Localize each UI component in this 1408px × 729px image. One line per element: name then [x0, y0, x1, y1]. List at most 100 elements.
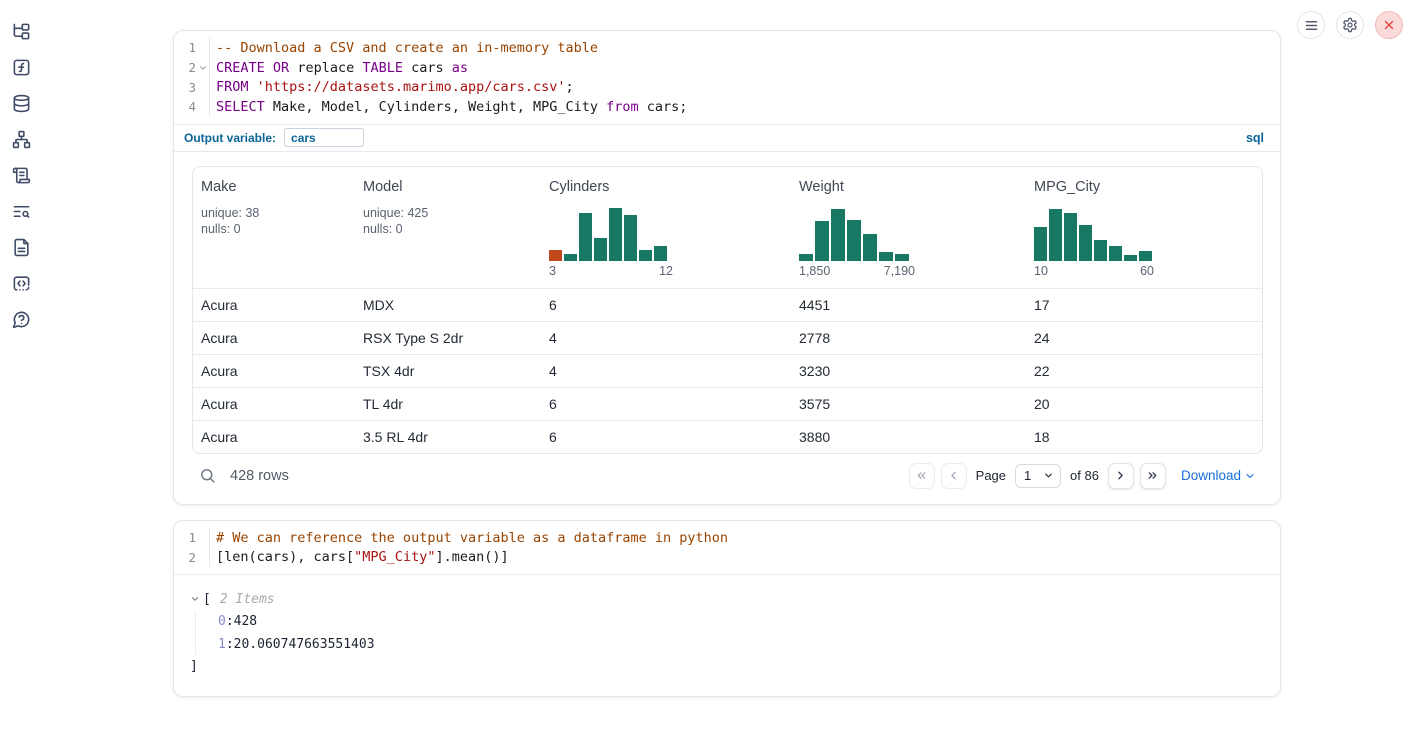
hamburger-menu-icon[interactable] — [1297, 11, 1325, 39]
file-tree-icon[interactable] — [12, 21, 32, 41]
line-number: 2 — [174, 60, 196, 75]
code-text: SELECT Make, Model, Cylinders, Weight, M… — [210, 99, 687, 115]
prev-page-button[interactable] — [941, 463, 967, 489]
log-search-icon[interactable] — [12, 201, 32, 221]
code-line: 4SELECT Make, Model, Cylinders, Weight, … — [174, 97, 1280, 117]
code-editor-sql[interactable]: 1-- Download a CSV and create an in-memo… — [174, 31, 1280, 124]
next-page-button[interactable] — [1108, 463, 1134, 489]
table-cell: Acura — [193, 330, 355, 346]
table-cell: 4 — [541, 363, 791, 379]
snippets-icon[interactable] — [12, 273, 32, 293]
first-page-button[interactable] — [909, 463, 935, 489]
tree-entry-separator: : — [226, 614, 234, 629]
code-text: CREATE OR replace TABLE cars as — [210, 60, 468, 76]
histogram-bar — [1094, 240, 1107, 261]
database-icon[interactable] — [12, 93, 32, 113]
table-cell: 18 — [1026, 429, 1262, 445]
column-unique-stat: unique: 38 — [201, 205, 347, 222]
page-select-value: 1 — [1024, 468, 1031, 483]
document-icon[interactable] — [12, 237, 32, 257]
table-row[interactable]: AcuraTL 4dr6357520 — [193, 387, 1262, 420]
column-name: Model — [363, 179, 533, 195]
code-line: 2 CREATE OR replace TABLE cars as — [174, 58, 1280, 78]
help-icon[interactable] — [12, 309, 32, 329]
histogram-bar — [579, 213, 592, 261]
output-variable-input[interactable] — [284, 128, 364, 147]
table-cell: 20 — [1026, 396, 1262, 412]
notebook-controls — [1297, 11, 1403, 39]
download-label: Download — [1181, 468, 1241, 483]
search-icon[interactable] — [199, 467, 216, 484]
axis-min-label: 3 — [549, 264, 556, 278]
tree-entry: 0: 428 — [196, 611, 1264, 633]
histogram-bar — [564, 254, 577, 261]
data-table: Makeunique: 38nulls: 0Modelunique: 425nu… — [192, 166, 1263, 454]
tree-collapse-chevron-icon[interactable] — [190, 594, 200, 604]
chevron-down-icon — [1043, 470, 1054, 481]
table-cell: Acura — [193, 429, 355, 445]
tree-entry-separator: : — [226, 637, 234, 652]
table-row[interactable]: AcuraMDX6445117 — [193, 288, 1262, 321]
table-cell: 24 — [1026, 330, 1262, 346]
column-header[interactable]: MPG_City1060 — [1026, 167, 1262, 288]
code-text: FROM 'https://datasets.marimo.app/cars.c… — [210, 79, 574, 95]
histogram-bar — [1064, 213, 1077, 261]
column-name: Cylinders — [549, 179, 783, 195]
shutdown-close-icon[interactable] — [1375, 11, 1403, 39]
code-editor-python[interactable]: 1# We can reference the output variable … — [174, 521, 1280, 574]
histogram-bar — [847, 220, 861, 261]
tree-close-bracket: ] — [190, 655, 1264, 677]
editor-gutter: 2 — [174, 547, 210, 567]
editor-gutter: 1 — [174, 38, 210, 58]
histogram-bar — [815, 221, 829, 261]
table-cell: 6 — [541, 429, 791, 445]
gear-icon[interactable] — [1336, 11, 1364, 39]
table-row[interactable]: AcuraTSX 4dr4323022 — [193, 354, 1262, 387]
column-histogram — [799, 206, 915, 261]
table-cell: 3575 — [791, 396, 1026, 412]
histogram-axis: 1060 — [1034, 264, 1154, 278]
pagination: Page 1 of 86 — [909, 463, 1166, 489]
histogram-bar — [594, 238, 607, 261]
line-number: 1 — [174, 40, 196, 55]
column-header[interactable]: Makeunique: 38nulls: 0 — [193, 167, 355, 288]
tree-root-row: [2 Items — [190, 588, 1264, 610]
column-header[interactable]: Cylinders312 — [541, 167, 791, 288]
sql-cell-output: Makeunique: 38nulls: 0Modelunique: 425nu… — [174, 152, 1280, 504]
histogram-bar — [799, 254, 813, 261]
histogram-bar — [624, 215, 637, 261]
function-square-icon[interactable] — [12, 57, 32, 77]
column-header[interactable]: Weight1,8507,190 — [791, 167, 1026, 288]
column-name: Make — [201, 179, 347, 195]
fold-chevron-icon[interactable] — [196, 63, 209, 73]
code-line: 3FROM 'https://datasets.marimo.app/cars.… — [174, 77, 1280, 97]
code-line: 1-- Download a CSV and create an in-memo… — [174, 38, 1280, 58]
table-row[interactable]: AcuraRSX Type S 2dr4277824 — [193, 321, 1262, 354]
tree-open-bracket: [ — [203, 592, 211, 607]
axis-min-label: 1,850 — [799, 264, 830, 278]
code-text: # We can reference the output variable a… — [210, 530, 728, 546]
editor-gutter: 3 — [174, 77, 210, 97]
histogram-bar — [1049, 209, 1062, 261]
table-row[interactable]: Acura3.5 RL 4dr6388018 — [193, 420, 1262, 453]
table-cell: Acura — [193, 363, 355, 379]
axis-max-label: 7,190 — [884, 264, 915, 278]
table-header-row: Makeunique: 38nulls: 0Modelunique: 425nu… — [193, 167, 1262, 288]
sql-cell: 1-- Download a CSV and create an in-memo… — [173, 30, 1281, 505]
table-body: AcuraMDX6445117AcuraRSX Type S 2dr427782… — [193, 288, 1262, 453]
editor-gutter: 4 — [174, 97, 210, 117]
dependency-graph-icon[interactable] — [12, 129, 32, 149]
table-cell: TL 4dr — [355, 396, 541, 412]
code-line: 1# We can reference the output variable … — [174, 528, 1280, 548]
column-header[interactable]: Modelunique: 425nulls: 0 — [355, 167, 541, 288]
scroll-icon[interactable] — [12, 165, 32, 185]
axis-max-label: 60 — [1140, 264, 1154, 278]
histogram-bar — [895, 254, 909, 261]
page-select[interactable]: 1 — [1015, 464, 1061, 488]
download-button[interactable]: Download — [1181, 468, 1256, 483]
sidebar — [0, 0, 44, 729]
page-of-label: of 86 — [1070, 468, 1099, 483]
last-page-button[interactable] — [1140, 463, 1166, 489]
histogram-bar — [654, 246, 667, 261]
column-unique-stat: unique: 425 — [363, 205, 533, 222]
